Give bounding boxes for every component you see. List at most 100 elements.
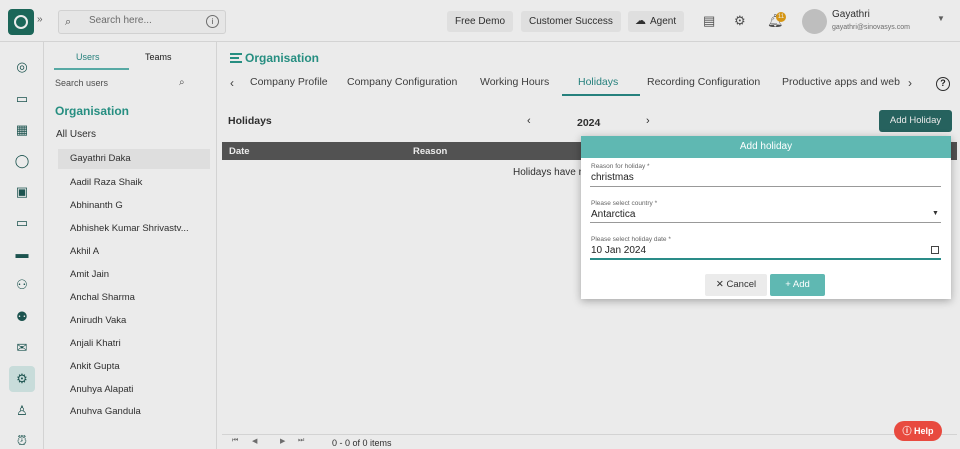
settings-icon[interactable]: ⚙ [9,366,35,392]
plus-icon: + [785,279,791,290]
next-year-icon[interactable]: › [646,115,650,127]
country-underline [590,222,941,223]
profile-icon[interactable]: ♙ [13,402,31,420]
notification-badge: 11 [776,12,786,22]
country-label: Please select country * [591,200,658,207]
empty-message: Holidays have n [513,167,585,178]
column-date[interactable]: Date [229,146,250,157]
prev-page-icon[interactable]: ◀ [252,437,257,445]
first-page-icon[interactable]: ⏮︎ [232,437,238,445]
calendar-icon[interactable]: ▭ [13,90,31,108]
page-title: Organisation [245,51,320,65]
help-circle-icon: ⓘ [902,426,912,436]
add-button[interactable]: + Add [770,274,825,296]
page-info: 0 - 0 of 0 items [332,438,392,448]
last-page-icon[interactable]: ⏭︎ [298,437,304,445]
tab-teams[interactable]: Teams [145,52,172,62]
user-icon[interactable]: ◯ [13,152,31,170]
app-logo[interactable] [8,9,34,35]
gear-icon[interactable]: ⚙ [734,13,746,29]
schedule-icon[interactable]: ▦ [13,121,31,139]
date-label: Please select holiday date * [591,236,671,243]
add-holiday-button[interactable]: Add Holiday [879,110,952,132]
chevron-left-icon[interactable]: ‹ [230,76,234,90]
close-icon: ✕ [715,279,724,290]
list-item[interactable]: Anchal Sharma [70,292,135,303]
list-item[interactable]: Aadil Raza Shaik [70,177,142,188]
reason-label: Reason for holiday * [591,163,650,170]
holidays-title: Holidays [228,115,272,127]
user-name: Gayathri [832,9,870,20]
list-item[interactable]: Anuhya Gandula [70,406,141,414]
chevron-down-icon[interactable]: ▼ [932,210,939,217]
cloud-icon: ☁ [635,15,646,27]
year-label: 2024 [577,117,601,129]
icon-rail: ◎ ▭ ▦ ◯ ▣ ▭ ▬ ⚇ ⚉ ✉ ⚙ ♙ ⏰︎ [0,42,44,449]
tab-productive-apps[interactable]: Productive apps and web [782,76,903,88]
next-page-icon[interactable]: ▶ [280,437,285,445]
add-holiday-dialog: Add holiday Reason for holiday * christm… [581,136,951,299]
dashboard-icon[interactable]: ◎ [13,58,31,76]
help-label: Help [914,426,934,436]
org-icon[interactable]: ⚉ [13,308,31,326]
briefcase-icon[interactable]: ▣ [13,183,31,201]
dialog-title: Add holiday [581,136,951,158]
tab-working-hours[interactable]: Working Hours [480,76,549,88]
date-underline [590,258,941,260]
list-item[interactable]: Ankit Gupta [70,361,120,372]
users-panel: Users Teams Search users ⌕ Organisation … [44,42,217,449]
prev-year-icon[interactable]: ‹ [527,115,531,127]
reason-field[interactable]: christmas [591,172,634,183]
free-demo-button[interactable]: Free Demo [447,11,514,32]
list-item[interactable]: Amit Jain [70,269,109,280]
card-icon[interactable]: ▬ [13,245,31,263]
customer-success-button[interactable]: Customer Success [521,11,621,32]
global-search[interactable]: ⌕ i [58,10,226,34]
list-item[interactable]: Anirudh Vaka [70,315,126,326]
top-bar: » ⌕ i Free Demo Customer Success ☁ Agent… [0,0,960,42]
monitor-icon[interactable]: ▭ [13,214,31,232]
search-input[interactable] [89,15,199,26]
calendar-icon[interactable] [931,246,939,254]
reason-underline [590,186,941,187]
list-item[interactable]: Abhinanth G [70,200,123,211]
chevron-right-icon[interactable]: › [908,76,912,90]
tab-company-profile[interactable]: Company Profile [250,76,328,88]
expand-sidebar-icon[interactable]: » [37,14,43,25]
all-users-item[interactable]: All Users [56,129,96,140]
list-item[interactable]: Anuhya Alapati [70,384,133,395]
help-icon[interactable]: ? [936,77,950,91]
active-tab-indicator [562,94,640,96]
cancel-button[interactable]: ✕ Cancel [705,274,767,296]
country-select[interactable]: Antarctica [591,209,635,220]
date-field[interactable]: 10 Jan 2024 [591,245,646,256]
user-search-input[interactable]: Search users [55,78,195,88]
document-icon[interactable]: ▤ [703,13,715,29]
tab-company-configuration[interactable]: Company Configuration [347,76,457,88]
tab-indicator [54,68,129,70]
add-label: Add [792,279,810,290]
avatar[interactable] [802,9,827,34]
agent-button[interactable]: ☁ Agent [628,11,685,32]
tab-recording-configuration[interactable]: Recording Configuration [647,76,760,88]
alarm-icon[interactable]: ⏰︎ [13,432,31,449]
list-item[interactable]: Abhishek Kumar Shrivastv... [70,223,189,234]
user-email: gayathri@sinovasys.com [832,24,910,31]
mail-icon[interactable]: ✉ [13,339,31,357]
list-item[interactable]: Akhil A [70,246,99,257]
agent-label: Agent [650,16,677,27]
organisation-heading[interactable]: Organisation [55,104,129,118]
search-icon: ⌕ [65,16,72,28]
team-icon[interactable]: ⚇ [13,276,31,294]
list-item[interactable]: Gayathri Daka [58,149,210,169]
column-reason[interactable]: Reason [413,146,447,157]
tab-holidays[interactable]: Holidays [578,76,618,88]
info-icon[interactable]: i [206,15,219,28]
menu-icon[interactable] [230,53,242,63]
help-button[interactable]: ⓘ Help [894,421,942,441]
search-icon: ⌕ [179,77,185,88]
tab-users[interactable]: Users [76,52,100,62]
pagination: ⏮︎ ◀ ▶ ⏭︎ 0 - 0 of 0 items [222,434,957,449]
list-item[interactable]: Anjali Khatri [70,338,121,349]
chevron-down-icon[interactable]: ▼ [937,14,945,23]
